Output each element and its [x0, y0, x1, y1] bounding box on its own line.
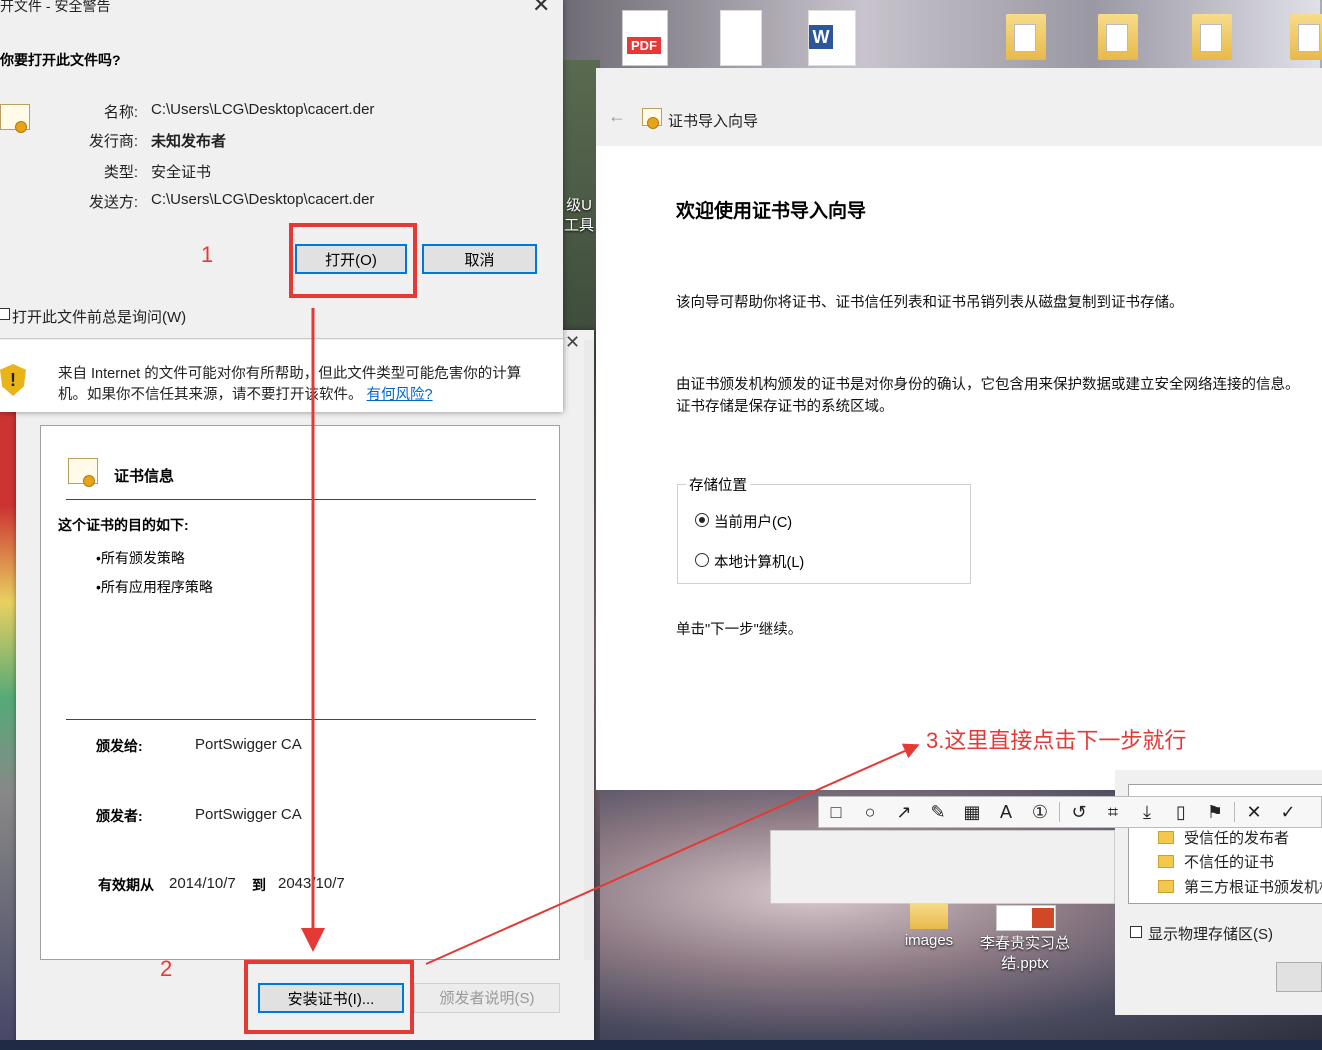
- annotation-arrows: [301, 308, 920, 965]
- arrow-step2-to-step3: [425, 743, 920, 965]
